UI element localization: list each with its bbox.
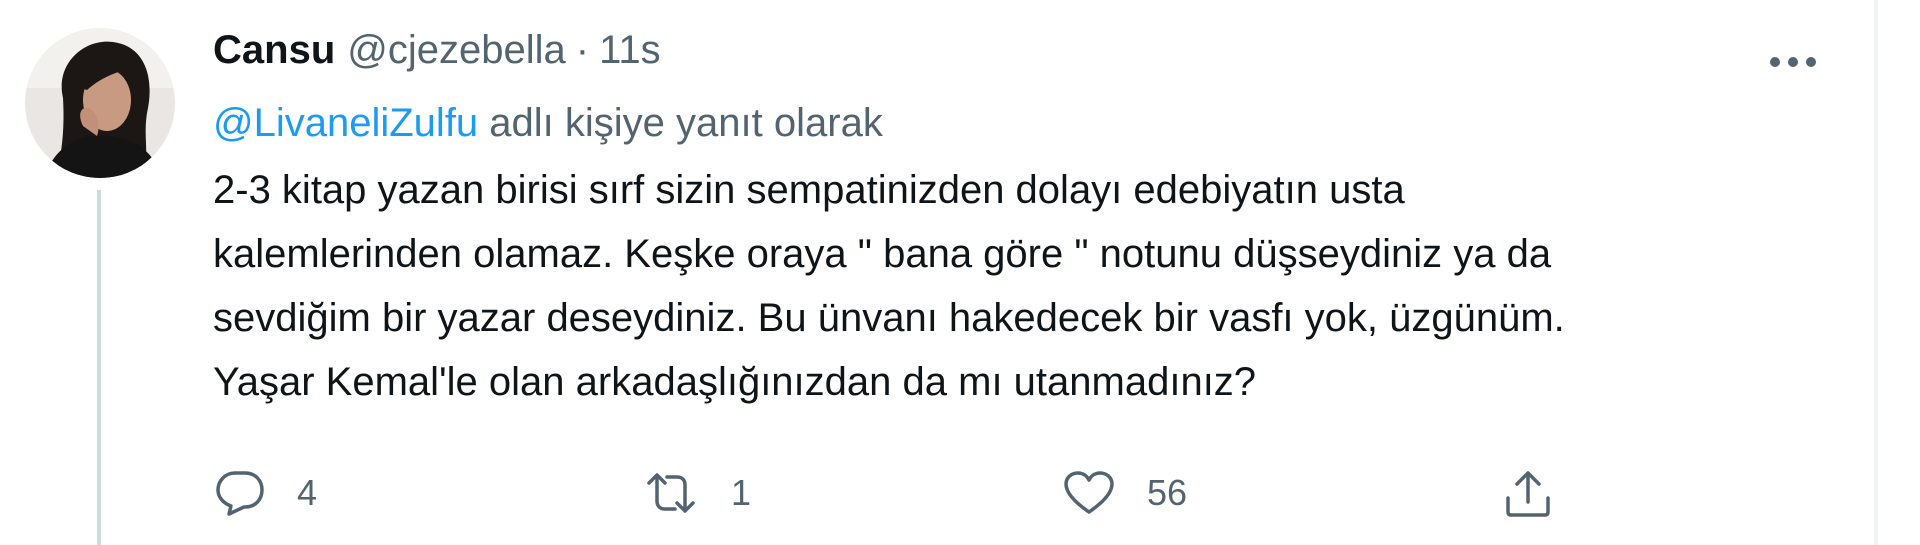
more-dots-icon [1770, 57, 1816, 67]
tweet-actions-bar: 4 1 56 [213, 463, 1833, 523]
reply-context: @LivaneliZulfu adlı kişiye yanıt olarak [213, 90, 1833, 156]
tweet-text-line: kalemlerinden olamaz. Keşke oraya " bana… [213, 232, 1552, 276]
reply-button[interactable]: 4 [215, 463, 317, 523]
tweet-text-line: Yaşar Kemal'le olan arkadaşlığınızdan da… [213, 360, 1257, 404]
thread-connector-line [97, 190, 101, 545]
like-count: 56 [1147, 472, 1188, 513]
more-options-button[interactable] [1763, 48, 1823, 76]
avatar[interactable] [25, 28, 175, 178]
author-display-name[interactable]: Cansu [213, 28, 335, 73]
avatar-column [25, 28, 175, 178]
tweet[interactable]: Cansu @cjezebella · 11s @LivaneliZulfu a… [0, 0, 1920, 545]
tweet-content: Cansu @cjezebella · 11s @LivaneliZulfu a… [213, 28, 1833, 517]
share-upload-icon [1506, 471, 1550, 517]
author-handle[interactable]: @cjezebella [347, 28, 566, 73]
reply-context-suffix: adlı kişiye yanıt olarak [478, 101, 883, 145]
retweet-button[interactable]: 1 [643, 463, 751, 523]
tweet-header: Cansu @cjezebella · 11s [213, 28, 1833, 90]
heart-icon [1064, 471, 1114, 514]
header-separator: · [575, 28, 590, 72]
tweet-timestamp[interactable]: 11s [599, 28, 661, 73]
retweet-icon [647, 473, 695, 513]
tweet-text-line: sevdiğim bir yazar deseydiniz. Bu ünvanı… [213, 296, 1565, 340]
reply-bubble-icon [216, 471, 264, 516]
tweet-text-line: 2-3 kitap yazan birisi sırf sizin sempat… [213, 168, 1405, 212]
reply-mention-link[interactable]: @LivaneliZulfu [213, 101, 478, 145]
share-button[interactable] [1503, 463, 1553, 523]
retweet-count: 1 [731, 472, 752, 513]
like-button[interactable]: 56 [1063, 463, 1187, 523]
reply-count: 4 [297, 472, 318, 513]
column-border [1874, 0, 1878, 545]
tweet-text: 2-3 kitap yazan birisi sırf sizin sempat… [213, 158, 1833, 414]
